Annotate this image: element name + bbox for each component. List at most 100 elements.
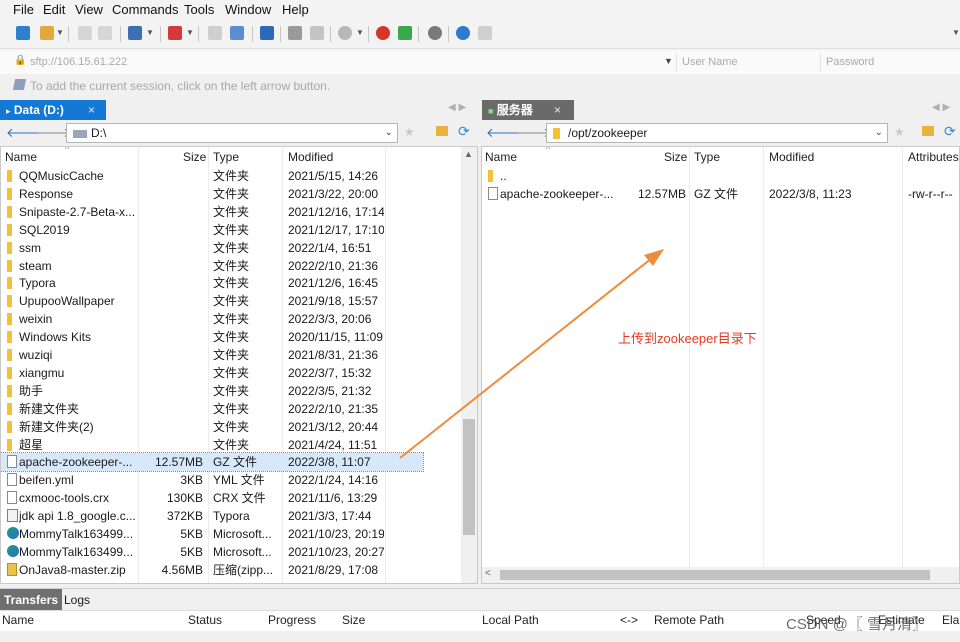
table-row[interactable]: Windows Kits 文件夹 2020/11/15, 11:09 — [1, 328, 423, 346]
tab-local-drive[interactable]: ▸ Data (D:) × — [0, 100, 106, 120]
table-row[interactable]: 超星 文件夹 2021/4/24, 11:51 — [1, 436, 423, 454]
table-row[interactable]: Response 文件夹 2021/3/22, 20:00 — [1, 185, 423, 203]
open-directory-icon[interactable] — [922, 126, 934, 136]
tab-server[interactable]: ■ 服务器 × — [482, 100, 574, 120]
table-row[interactable]: Snipaste-2.7-Beta-x... 文件夹 2021/12/16, 17:… — [1, 203, 423, 221]
copy-icon[interactable] — [208, 26, 222, 40]
scroll-thumb[interactable] — [500, 570, 930, 580]
console-icon[interactable] — [310, 26, 324, 40]
table-row[interactable]: apache-zookeeper-... 12.57MB GZ 文件 2022/3/8… — [1, 452, 424, 473]
scroll-thumb[interactable] — [463, 419, 475, 535]
paste-icon[interactable] — [230, 26, 244, 40]
refresh-icon[interactable]: ⟳ — [944, 123, 956, 140]
column-header-type[interactable]: Type — [213, 147, 239, 167]
open-directory-icon[interactable] — [436, 126, 448, 136]
compare-icon[interactable] — [98, 26, 112, 40]
table-row[interactable]: 助手 文件夹 2022/3/5, 21:32 — [1, 382, 423, 400]
chevron-down-icon[interactable]: ⌄ — [875, 124, 883, 142]
toolbar-overflow-icon[interactable]: ▼ — [952, 28, 960, 37]
dropdown-arrow-icon[interactable]: ▼ — [56, 28, 64, 37]
transfers-col-progress[interactable]: Progress — [268, 613, 316, 627]
right-path-field[interactable]: /opt/zookeeper ⌄ — [546, 123, 888, 143]
column-header-modified[interactable]: Modified — [769, 147, 814, 167]
table-row[interactable]: MommyTalk163499... 5KB Microsoft... 2021/10… — [1, 525, 423, 543]
transfer-settings-icon[interactable] — [168, 26, 182, 40]
dropdown-arrow-icon[interactable]: ▼ — [356, 28, 364, 37]
queue-icon[interactable] — [128, 26, 142, 40]
menu-view[interactable]: View — [75, 2, 103, 17]
transfers-col-status[interactable]: Status — [188, 613, 222, 627]
dropdown-arrow-icon[interactable]: ▼ — [146, 28, 154, 37]
table-row[interactable]: wuziqi 文件夹 2021/8/31, 21:36 — [1, 346, 423, 364]
new-session-icon[interactable] — [16, 26, 30, 40]
column-header-size[interactable]: Size — [664, 147, 687, 167]
table-row[interactable]: 新建文件夹(2) 文件夹 2021/3/12, 20:44 — [1, 418, 423, 436]
scroll-up-icon[interactable]: ▲ — [464, 149, 473, 159]
synchronize-icon[interactable] — [78, 26, 92, 40]
tab-transfers[interactable]: Transfers — [0, 589, 63, 611]
scroll-left-icon[interactable]: < — [485, 568, 491, 579]
column-header-size[interactable]: Size — [183, 147, 206, 167]
tab-scroll-arrows-icon[interactable]: ◀ ▶ — [448, 102, 466, 113]
bookmark-icon[interactable]: ★ — [404, 125, 415, 139]
add-session-arrow-icon[interactable] — [12, 79, 27, 90]
transfers-col-size[interactable]: Size — [342, 613, 365, 627]
menu-file[interactable]: File — [13, 2, 34, 17]
column-header-name[interactable]: Name — [5, 147, 37, 167]
table-row[interactable]: steam 文件夹 2022/2/10, 21:36 — [1, 257, 423, 275]
address-dropdown-icon[interactable]: ▼ — [664, 56, 673, 66]
open-folder-icon[interactable] — [40, 26, 54, 40]
transfers-col-name[interactable]: Name — [2, 613, 34, 627]
transfers-col-direction[interactable]: <-> — [620, 613, 638, 627]
table-row[interactable]: jdk api 1.8_google.c... 372KB Typora 2021/3… — [1, 507, 423, 525]
menu-commands[interactable]: Commands — [112, 2, 178, 17]
username-field[interactable]: User Name — [676, 53, 822, 71]
table-row[interactable]: SQL2019 文件夹 2021/12/17, 17:10 — [1, 221, 423, 239]
putty-icon[interactable] — [376, 26, 390, 40]
refresh-icon[interactable]: ⟳ — [458, 123, 470, 140]
dropdown-arrow-icon[interactable]: ▼ — [186, 28, 194, 37]
tab-scroll-arrows-icon[interactable]: ◀ ▶ — [932, 102, 950, 113]
swap-panels-icon[interactable] — [260, 26, 274, 40]
menu-window[interactable]: Window — [225, 2, 271, 17]
disconnect-icon[interactable] — [338, 26, 352, 40]
password-field[interactable]: Password — [820, 53, 960, 71]
bookmark-icon[interactable]: ★ — [894, 125, 905, 139]
transfers-col-elapsed[interactable]: Ela — [942, 613, 959, 627]
tab-logs[interactable]: Logs — [64, 593, 90, 607]
table-row[interactable]: MommyTalk163499... 5KB Microsoft... 2021/10… — [1, 543, 423, 561]
table-row[interactable]: QQMusicCache 文件夹 2021/5/15, 14:26 — [1, 167, 423, 185]
left-path-field[interactable]: D:\ ⌄ — [66, 123, 398, 143]
gear-icon[interactable] — [428, 26, 442, 40]
table-row[interactable]: apache-zookeeper-... 12.57MB GZ 文件 2022/3/8… — [482, 185, 959, 203]
help-icon[interactable] — [456, 26, 470, 40]
table-row[interactable]: cxmooc-tools.crx 130KB CRX 文件 2021/11/6, 13… — [1, 489, 423, 507]
transfers-col-local-path[interactable]: Local Path — [482, 613, 539, 627]
table-row[interactable]: 新建文件夹 文件夹 2022/2/10, 21:35 — [1, 400, 423, 418]
column-header-modified[interactable]: Modified — [288, 147, 333, 167]
terminal-icon[interactable] — [398, 26, 412, 40]
session-address-field[interactable]: sftp://106.15.61.222 — [30, 53, 660, 71]
column-header-attributes[interactable]: Attributes — [908, 147, 959, 167]
table-row[interactable]: ssm 文件夹 2022/1/4, 16:51 — [1, 239, 423, 257]
close-icon[interactable]: × — [554, 100, 561, 120]
menu-help[interactable]: Help — [282, 2, 309, 17]
table-row[interactable]: OnJava8-master.zip 4.56MB 压缩(zipp... 2021/8… — [1, 561, 423, 579]
transfers-col-remote-path[interactable]: Remote Path — [654, 613, 724, 627]
table-row[interactable]: Typora 文件夹 2021/12/6, 16:45 — [1, 274, 423, 292]
close-icon[interactable]: × — [88, 100, 95, 120]
table-row[interactable]: weixin 文件夹 2022/3/3, 20:06 — [1, 310, 423, 328]
table-row[interactable]: beifen.yml 3KB YML 文件 2022/1/24, 14:16 — [1, 471, 423, 489]
chat-icon[interactable] — [478, 26, 492, 40]
table-row[interactable]: UpupooWallpaper 文件夹 2021/9/18, 15:57 — [1, 292, 423, 310]
table-row[interactable]: .. — [482, 167, 959, 185]
right-horizontal-scrollbar[interactable]: < — [482, 567, 959, 583]
column-header-name[interactable]: Name — [485, 147, 517, 167]
properties-icon[interactable] — [288, 26, 302, 40]
menu-edit[interactable]: Edit — [43, 2, 65, 17]
menu-tools[interactable]: Tools — [184, 2, 214, 17]
table-row[interactable]: xiangmu 文件夹 2022/3/7, 15:32 — [1, 364, 423, 382]
chevron-down-icon[interactable]: ⌄ — [385, 124, 393, 142]
column-header-type[interactable]: Type — [694, 147, 720, 167]
left-vertical-scrollbar[interactable]: ▲ — [461, 147, 477, 583]
